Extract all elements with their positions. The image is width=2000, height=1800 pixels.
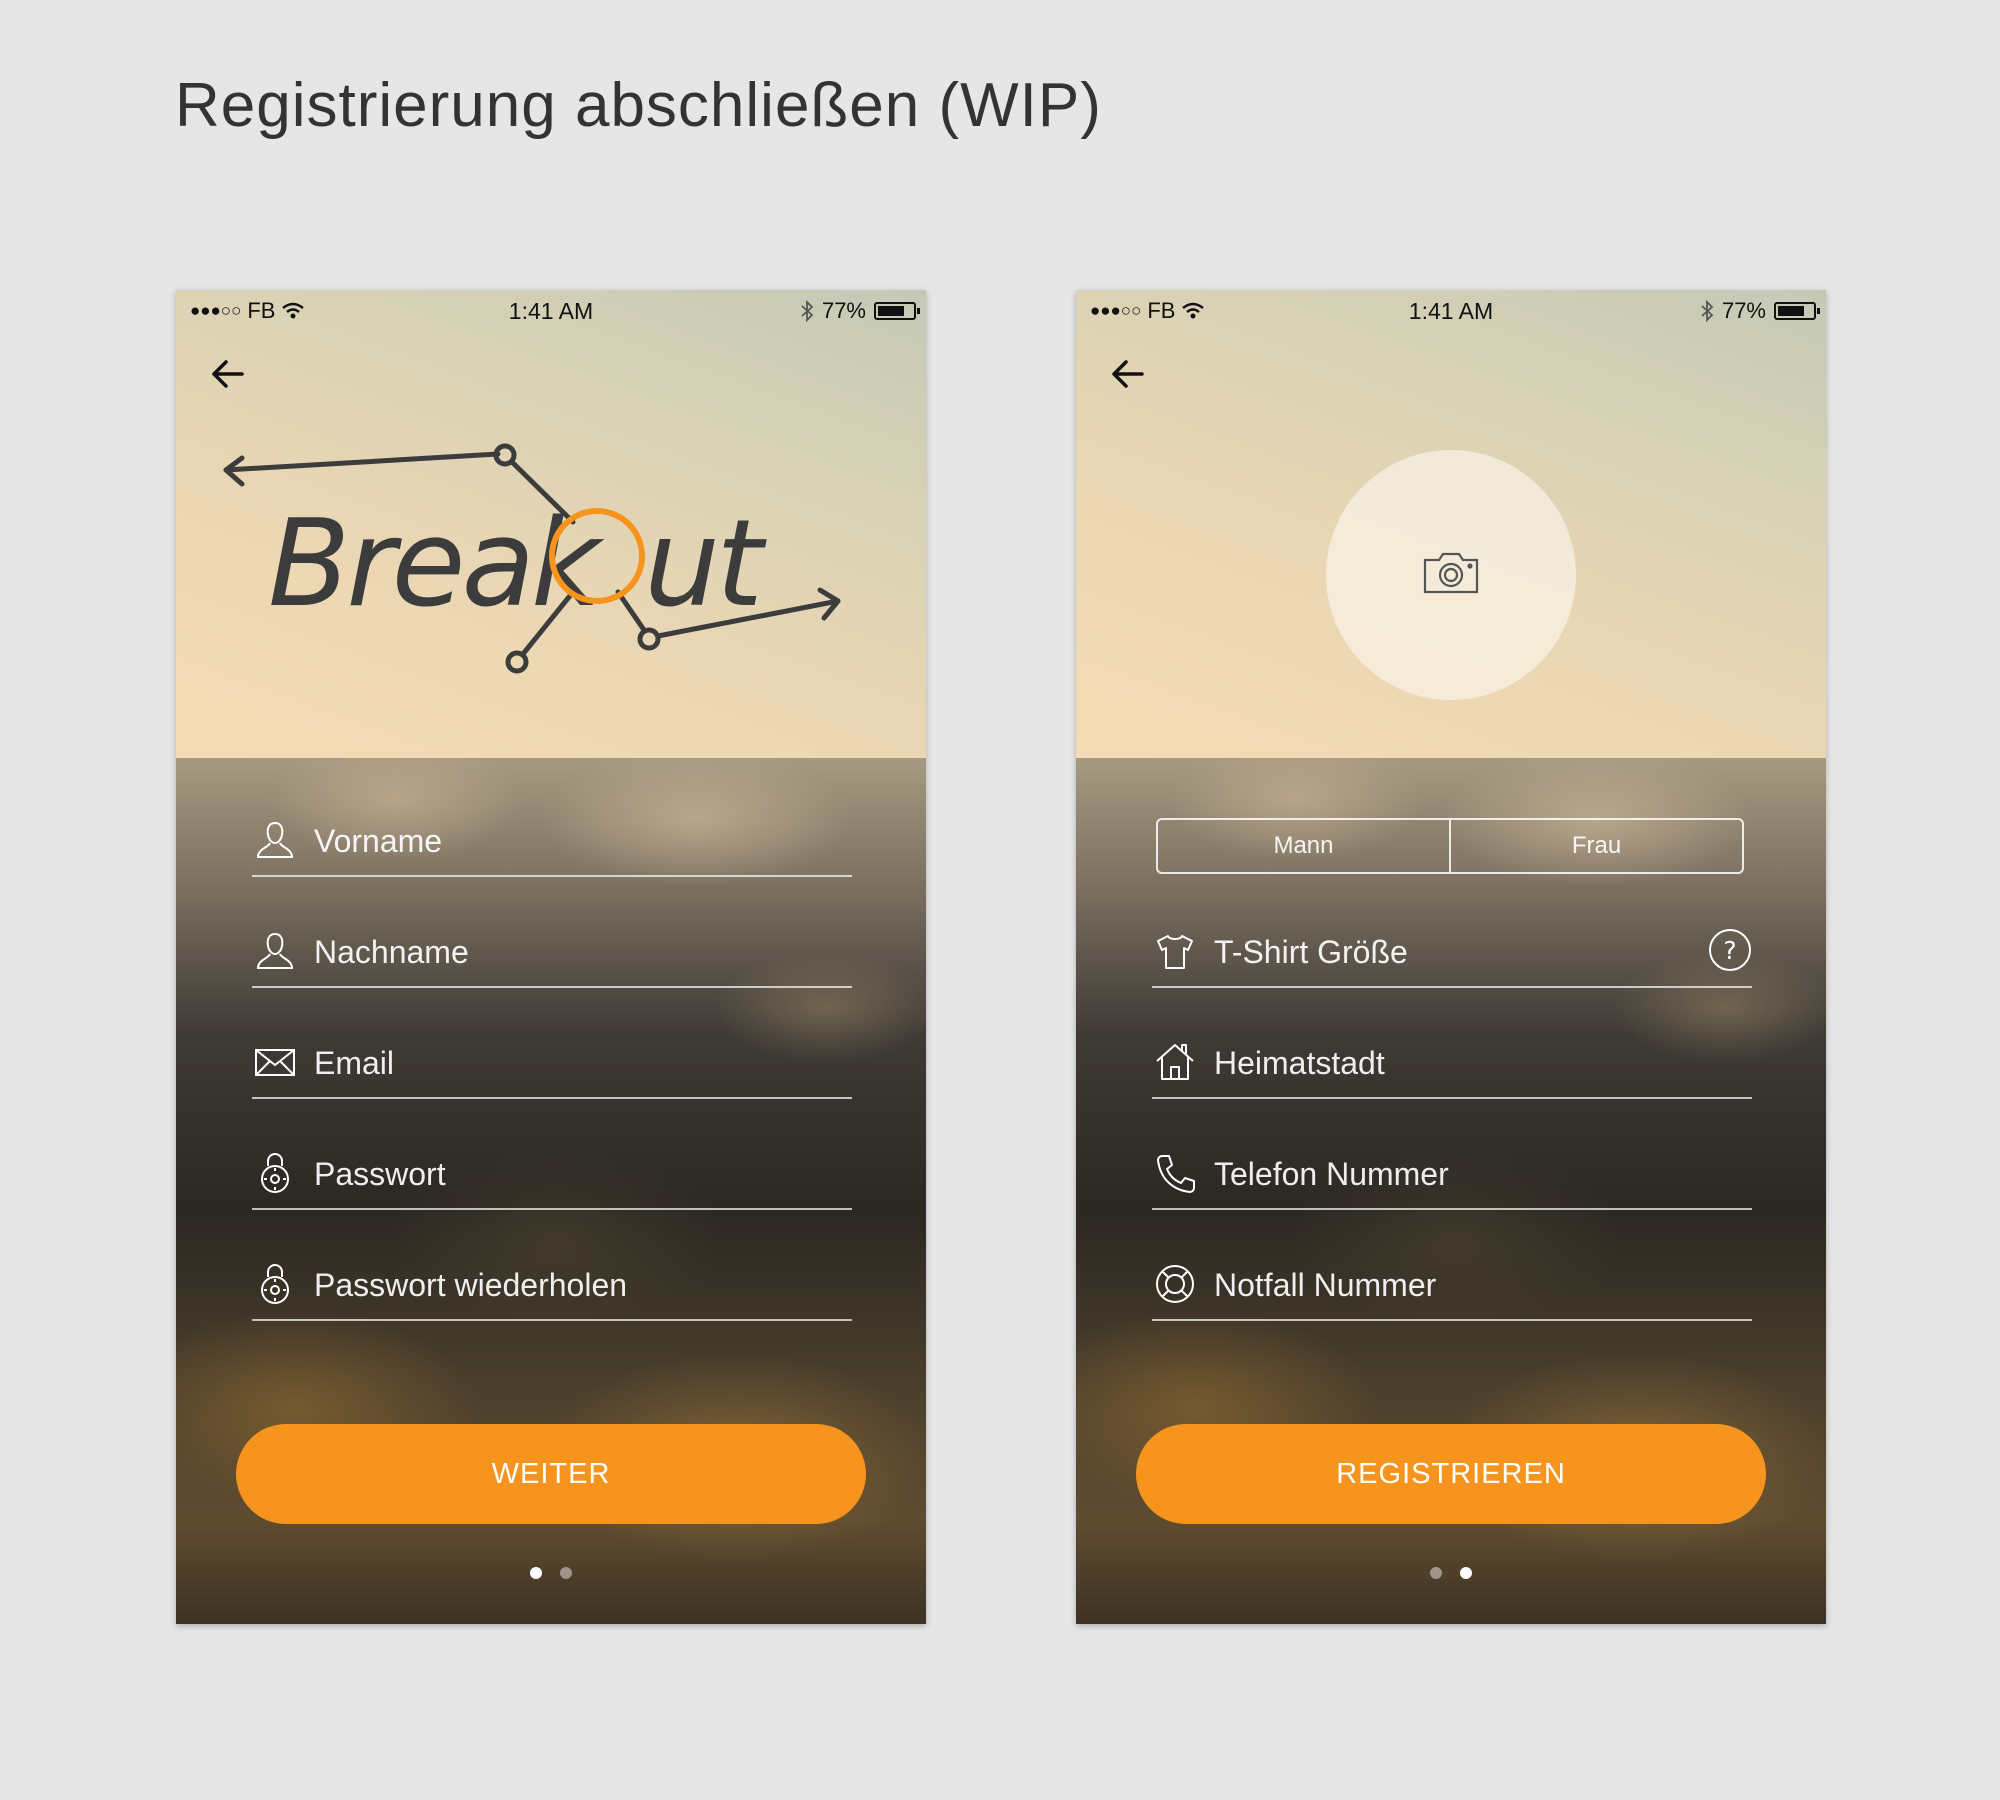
continue-button[interactable]: WEITER [236, 1424, 866, 1524]
bluetooth-icon [801, 300, 814, 322]
breakout-logo: Break ut [223, 443, 841, 674]
lifebuoy-icon [1156, 1265, 1194, 1303]
profile-photo-button[interactable] [1326, 450, 1576, 700]
gender-segmented-control[interactable]: Mann Frau [1156, 818, 1744, 874]
help-question-mark: ? [1723, 936, 1736, 965]
battery-percent: 77% [821, 298, 866, 323]
last-name-input[interactable] [314, 928, 814, 976]
gender-option-male[interactable]: Mann [1158, 820, 1449, 872]
password-field[interactable] [252, 1146, 852, 1210]
camera-icon [1423, 552, 1479, 594]
envelope-icon [255, 1049, 295, 1076]
hometown-input[interactable] [1214, 1039, 1714, 1087]
page-dot-2[interactable] [1460, 1567, 1472, 1579]
first-name-input[interactable] [314, 817, 814, 865]
emergency-number-field[interactable] [1152, 1257, 1752, 1321]
email-input[interactable] [314, 1039, 814, 1087]
email-field[interactable] [252, 1035, 852, 1099]
status-bar: ●●●○○ FB 1:41 AM 77% [1076, 290, 1826, 330]
status-bar: ●●●○○ FB 1:41 AM 77% [176, 290, 926, 330]
phone-number-field[interactable] [1152, 1146, 1752, 1210]
house-icon [1156, 1044, 1194, 1080]
last-name-field[interactable] [252, 924, 852, 988]
gender-option-female[interactable]: Frau [1449, 820, 1742, 872]
password-repeat-input[interactable] [314, 1261, 814, 1309]
page-dot-2[interactable] [560, 1567, 572, 1579]
phone-screen-credentials: ●●●○○ FB 1:41 AM 77% Break ut Vorname Na… [176, 290, 926, 1624]
register-button[interactable]: REGISTRIEREN [1136, 1424, 1766, 1524]
password-input[interactable] [314, 1150, 814, 1198]
page-title: Registrierung abschließen (WIP) [175, 71, 1102, 140]
lock-icon [261, 1264, 289, 1304]
phone-screen-profile: ●●●○○ FB 1:41 AM 77% Mann Frau T-Shirt G… [1076, 290, 1826, 1624]
phone-number-input[interactable] [1214, 1150, 1714, 1198]
bluetooth-icon [1701, 300, 1714, 322]
hometown-field[interactable] [1152, 1035, 1752, 1099]
password-repeat-field[interactable] [252, 1257, 852, 1321]
tshirt-size-input[interactable] [1214, 928, 1714, 976]
tshirt-size-field[interactable]: ? [1152, 924, 1752, 988]
battery-percent: 77% [1721, 298, 1766, 323]
page-dot-1[interactable] [530, 1567, 542, 1579]
page-indicator [176, 1567, 926, 1579]
person-icon [256, 932, 294, 969]
phone-icon [1157, 1155, 1195, 1193]
back-arrow-icon[interactable] [1106, 352, 1150, 396]
emergency-number-input[interactable] [1214, 1261, 1714, 1309]
tshirt-icon [1157, 935, 1193, 969]
first-name-field[interactable] [252, 813, 852, 877]
help-question-icon[interactable]: ? [1708, 928, 1752, 972]
battery-icon [874, 302, 920, 320]
page-indicator [1076, 1567, 1826, 1579]
svg-text:ut: ut [644, 495, 767, 634]
page-dot-1[interactable] [1430, 1567, 1442, 1579]
lock-icon [261, 1153, 289, 1193]
person-icon [256, 821, 294, 858]
battery-icon [1774, 302, 1820, 320]
back-arrow-icon[interactable] [206, 352, 250, 396]
